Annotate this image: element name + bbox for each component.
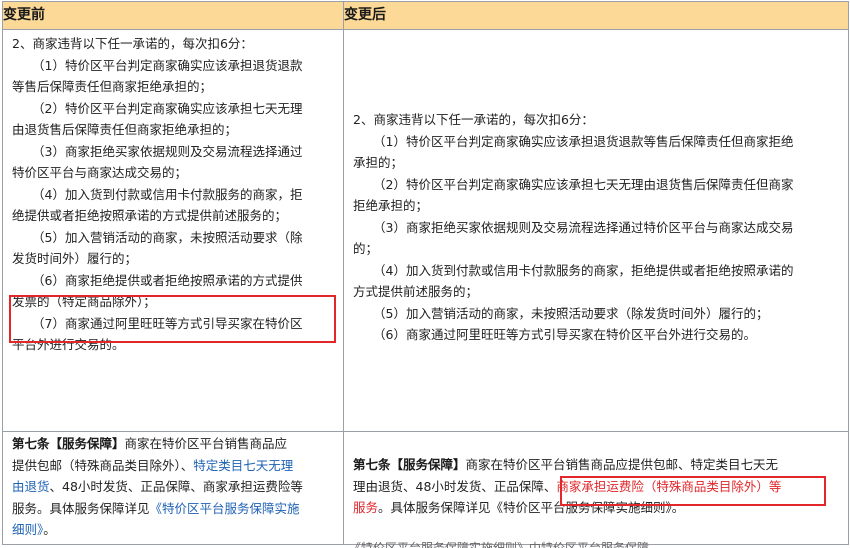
after-rule-line: 方式提供前述服务的； [353,284,479,299]
after-rules-cell: 2、商家违背以下任一承诺的，每次扣6分： （1）特价区平台判定商家确实应该承担退… [343,29,849,432]
after-rule-line: （2）特价区平台判定商家确实应该承担七天无理由退货售后保障责任但商家 [373,176,794,192]
header-after: 变更后 [343,1,849,30]
rules-detail-link[interactable]: 细则》 [12,522,43,537]
red-text-change: 服务 [353,500,379,515]
highlight-box-removed-clause [9,295,336,343]
after-article-cell: 第七条【服务保障】商家在特价区平台销售商品应提供包邮、特定类目七天无 理由退货、… [343,431,849,545]
before-rule-line: （5）加入营销活动的商家，未按照活动要求（除 [32,229,303,245]
after-rule-line: （3）商家拒绝买家依据规则及交易流程选择通过特价区平台与商家达成交易 [373,219,794,235]
blue-text-change: 特定类目七天无理 [193,457,294,473]
after-article-title: 第七条【服务保障】 [353,457,466,472]
before-rule-line: （1）特价区平台判定商家确实应该承担退货退款 [32,57,303,73]
article-text: 、48小时发货、正品保障、商家承担运费险等 [49,479,303,494]
before-rule-line: 发货时间外）履行的； [12,251,138,266]
before-rule-line: 特价区平台与商家达成交易的； [12,165,188,180]
after-rule-line: 拒绝承担的； [353,198,429,213]
rules-detail-link[interactable]: 《特价区平台服务保障实施 [150,501,300,516]
after-rule-line: （4）加入货到付款或信用卡付款服务的商家，拒绝提供或者拒绝按照承诺的 [373,262,794,278]
article-text: 提供包邮（特殊商品类目除外）、 [12,457,194,473]
article-text: 理由退货、48小时发货、正品保障、 [353,478,557,494]
article-row: 第七条【服务保障】商家在特价区平台销售商品应 提供包邮（特殊商品类目除外）、特定… [2,431,849,545]
before-rule-line: （2）特价区平台判定商家确实应该承担七天无理 [32,100,303,116]
blue-text-change: 由退货 [12,479,50,494]
before-rule-line: （3）商家拒绝买家依据规则及交易流程选择通过 [32,143,303,159]
after-rule-intro: 2、商家违背以下任一承诺的，每次扣6分： [353,112,594,127]
before-rule-line: 等售后保障责任但商家拒绝承担的； [12,79,213,94]
article-text: 服务。具体服务保障详见 [12,500,150,516]
after-rule-line: 的； [353,241,379,256]
article-text: 商家在特价区平台销售商品应提供包邮、特定类目七天无 [465,457,779,472]
after-rule-line: （5）加入营销活动的商家，未按照活动要求（除发货时间外）履行的； [373,305,769,321]
article-text: 。 [43,522,56,537]
header-before: 变更前 [2,1,344,30]
before-rule-line: 绝提供或者拒绝按照承诺的方式提供前述服务的； [12,208,288,223]
after-rule-line: （6）商家通过阿里旺旺等方式引导买家在特价区平台外进行交易的。 [373,327,756,342]
before-rule-line: （4）加入货到付款或信用卡付款服务的商家，拒 [32,186,303,202]
before-rule-line: 由退货售后保障责任但商家拒绝承担的； [12,122,238,137]
after-rule-line: 承担的； [353,155,404,170]
comparison-table: 变更前 变更后 2、商家违背以下任一承诺的，每次扣6分： （1）特价区平台判定商… [2,1,849,545]
before-article-cell: 第七条【服务保障】商家在特价区平台销售商品应 提供包邮（特殊商品类目除外）、特定… [2,431,344,545]
header-row: 变更前 变更后 [2,1,849,30]
before-rules-cell: 2、商家违背以下任一承诺的，每次扣6分： （1）特价区平台判定商家确实应该承担退… [2,29,344,432]
highlight-box-added-clause [560,476,826,506]
before-rule-intro: 2、商家违背以下任一承诺的，每次扣6分： [12,36,253,51]
article-text: 商家在特价区平台销售商品应 [124,436,288,451]
next-row-partial-text: 《特价区平台服务保障实施细则》中特价区平台服务保障 [349,541,650,548]
after-rule-line: （1）特价区平台判定商家确实应该承担退货退款等售后保障责任但商家拒绝 [373,133,794,149]
before-rule-line: （6）商家拒绝提供或者拒绝按照承诺的方式提供 [32,272,303,288]
rules-row: 2、商家违背以下任一承诺的，每次扣6分： （1）特价区平台判定商家确实应该承担退… [2,29,849,432]
before-article-title: 第七条【服务保障】 [12,436,125,451]
